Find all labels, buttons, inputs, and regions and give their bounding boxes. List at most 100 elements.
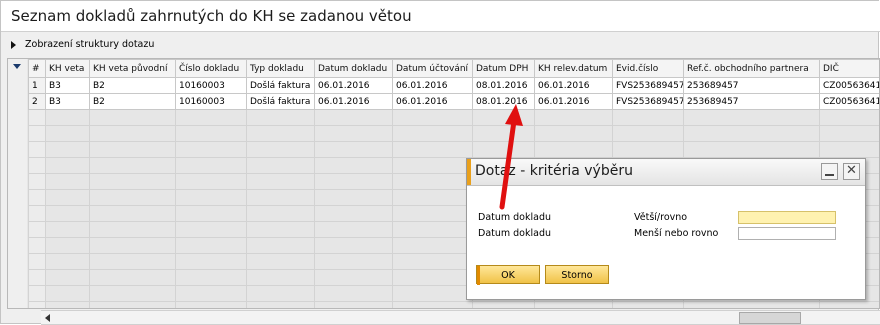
horizontal-scrollbar[interactable] [41,310,880,325]
empty-cell [89,109,176,126]
table-cell[interactable]: Došlá faktura [246,77,315,94]
empty-cell [246,285,315,302]
table-cell[interactable]: 10160003 [175,93,247,110]
empty-cell [175,109,247,126]
table-cell[interactable]: 06.01.2016 [392,77,473,94]
empty-cell [392,205,473,222]
empty-cell [175,125,247,142]
empty-cell [246,205,315,222]
table-row[interactable]: 2 B3 B2 10160003 Došlá faktura 06.01.201… [28,93,879,110]
column-header[interactable]: Datum DPH [472,59,535,78]
column-header[interactable]: KH veta původní [89,59,176,78]
empty-cell [392,157,473,174]
empty-cell [45,205,90,222]
table-cell[interactable]: 08.01.2016 [472,93,535,110]
empty-cell [392,253,473,270]
empty-cell [314,189,393,206]
table-cell[interactable]: 06.01.2016 [534,93,613,110]
empty-cell [175,237,247,254]
column-header[interactable]: Číslo dokladu [175,59,247,78]
empty-cell [28,237,46,254]
table-cell[interactable]: 253689457 [683,93,820,110]
empty-cell [314,125,393,142]
table-cell[interactable]: B2 [89,93,176,110]
scroll-left-arrow-icon[interactable] [45,314,50,322]
empty-cell [314,205,393,222]
criterion-field-label: Datum dokladu [478,228,552,239]
dialog-title: Dotaz - kritéria výběru [475,163,633,179]
empty-cell [314,237,393,254]
empty-cell [314,301,393,308]
empty-cell [175,189,247,206]
cancel-button[interactable]: Storno [545,265,609,284]
dialog-title-bar[interactable]: Dotaz - kritéria výběru ✕ [467,159,865,186]
row-number[interactable]: 2 [28,93,46,110]
column-header[interactable]: KH relev.datum [534,59,613,78]
table-cell[interactable]: CZ00563641 [819,77,879,94]
table-cell[interactable]: FVS253689457 [612,93,684,110]
empty-cell [45,221,90,238]
empty-cell [534,141,613,158]
empty-cell [45,157,90,174]
empty-cell [45,253,90,270]
empty-cell [246,157,315,174]
table-cell[interactable]: CZ00563641 [819,93,879,110]
column-header[interactable]: DIČ [819,59,879,78]
column-header[interactable]: Evid.číslo [612,59,684,78]
ok-button-accent [477,266,480,285]
empty-cell [683,125,820,142]
column-header[interactable]: # [28,59,46,78]
table-cell[interactable]: 06.01.2016 [314,93,393,110]
empty-cell [89,157,176,174]
column-header[interactable]: KH veta [45,59,90,78]
title-bar: Seznam dokladů zahrnutých do KH se zadan… [1,1,880,32]
table-cell[interactable]: FVS253689457 [612,77,684,94]
date-to-field[interactable] [738,227,836,240]
table-cell[interactable]: B3 [45,93,90,110]
empty-cell [314,173,393,190]
table-cell[interactable]: 06.01.2016 [314,77,393,94]
minimize-button[interactable] [821,163,838,180]
column-header[interactable]: Typ dokladu [246,59,315,78]
empty-cell [392,189,473,206]
table-cell[interactable]: Došlá faktura [246,93,315,110]
empty-cell [28,269,46,286]
table-cell[interactable]: B2 [89,77,176,94]
grid-menu-dropdown-icon[interactable] [13,64,21,69]
empty-cell [314,253,393,270]
table-cell[interactable]: 06.01.2016 [392,93,473,110]
table-cell[interactable]: B3 [45,77,90,94]
empty-cell [472,141,535,158]
minimize-icon [825,174,834,176]
table-cell[interactable]: 253689457 [683,77,820,94]
column-header[interactable]: Datum dokladu [314,59,393,78]
row-number[interactable]: 1 [28,77,46,94]
table-cell[interactable]: 08.01.2016 [472,77,535,94]
empty-cell [175,205,247,222]
scrollbar-thumb[interactable] [739,312,801,324]
ok-button[interactable]: OK [476,265,540,285]
empty-cell [89,301,176,308]
empty-cell [28,221,46,238]
table-cell[interactable]: 06.01.2016 [534,77,613,94]
table-row[interactable]: 1 B3 B2 10160003 Došlá faktura 06.01.201… [28,77,879,94]
empty-cell [89,221,176,238]
close-button[interactable]: ✕ [843,163,860,180]
empty-cell [45,141,90,158]
empty-cell [314,285,393,302]
empty-cell [175,269,247,286]
table-cell[interactable]: 10160003 [175,77,247,94]
date-from-field[interactable] [738,211,836,224]
empty-cell [246,237,315,254]
column-header[interactable]: Datum účtování [392,59,473,78]
criterion-operator-label: Menší nebo rovno [634,228,719,239]
empty-cell [314,157,393,174]
empty-cell [45,285,90,302]
empty-cell [392,173,473,190]
empty-cell [314,109,393,126]
column-header[interactable]: Ref.č. obchodního partnera [683,59,820,78]
empty-cell [819,141,879,158]
expand-arrow-icon[interactable] [11,41,16,49]
empty-cell [246,221,315,238]
structure-toggle-label[interactable]: Zobrazení struktury dotazu [25,39,154,50]
